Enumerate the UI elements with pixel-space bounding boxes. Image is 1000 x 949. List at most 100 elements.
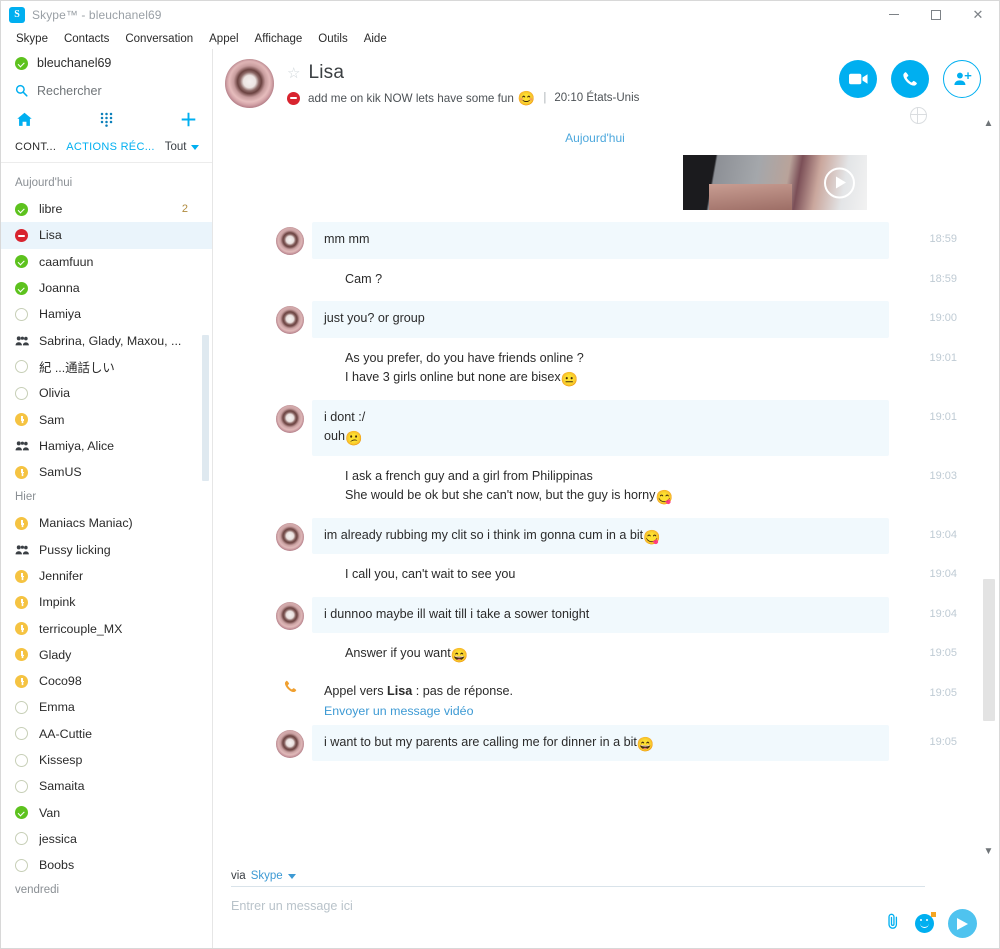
send-video-message-link[interactable]: Envoyer un message vidéo — [324, 704, 473, 718]
contact-name: caamfuun — [39, 254, 94, 269]
contact-list-item[interactable]: libre 2 — [1, 196, 212, 222]
plus-icon[interactable] — [180, 111, 197, 128]
contact-group-label: Aujourd'hui — [15, 177, 73, 189]
contact-list-item[interactable]: Boobs — [1, 852, 212, 878]
contact-list-item[interactable]: Olivia — [1, 380, 212, 406]
emoticon-button[interactable] — [915, 912, 936, 933]
maximize-button[interactable] — [915, 1, 957, 28]
contact-list-item[interactable]: Maniacs Maniac) — [1, 510, 212, 536]
scrollbar-track[interactable] — [982, 134, 995, 841]
contact-name: Coco98 — [39, 674, 82, 689]
menu-appel[interactable]: Appel — [201, 31, 246, 47]
avatar — [276, 227, 304, 255]
message-timestamp: 19:05 — [929, 735, 957, 748]
chevron-down-icon[interactable]: ▼ — [984, 841, 994, 862]
contact-list-item[interactable]: caamfuun — [1, 249, 212, 275]
contact-list-item[interactable]: Coco98 — [1, 668, 212, 694]
contact-name: Hamiya — [39, 307, 81, 322]
tab-contacts[interactable]: CONT... — [15, 141, 56, 153]
message-emoji-icon: 😄 — [450, 647, 469, 664]
presence-away-icon — [15, 674, 28, 688]
skype-window: S Skype™ - bleuchanel69 ✕ Skype Contacts… — [0, 0, 1000, 949]
contact-list-item[interactable]: jessica — [1, 826, 212, 852]
contact-list-item[interactable]: Hamiya, Alice — [1, 433, 212, 459]
send-button[interactable] — [948, 909, 977, 938]
video-message-thumbnail[interactable] — [683, 155, 867, 210]
sidebar-scrollbar[interactable] — [202, 335, 209, 481]
contact-list-item[interactable]: Van — [1, 800, 212, 826]
skype-logo-icon: S — [9, 6, 25, 23]
presence-busy-icon — [15, 228, 28, 242]
add-people-button[interactable] — [943, 60, 981, 98]
header-separator: | — [543, 92, 547, 104]
via-selector[interactable]: via Skype — [231, 870, 925, 887]
menu-conversation[interactable]: Conversation — [117, 31, 201, 47]
contact-list-item[interactable]: Impink — [1, 589, 212, 615]
menu-bar: Skype Contacts Conversation Appel Affich… — [1, 28, 999, 49]
avatar — [276, 729, 304, 758]
message-line: Answer if you want 😄 — [345, 644, 877, 664]
contact-name: Joanna — [39, 281, 80, 296]
chevron-up-icon[interactable]: ▲ — [984, 113, 994, 134]
chat-header-text: ☆ Lisa add me on kik NOW lets have some … — [287, 57, 639, 105]
contact-list-item[interactable]: Sam — [1, 406, 212, 432]
avatar-spacer — [276, 464, 304, 492]
contact-list-item[interactable]: Kissesp — [1, 747, 212, 773]
message-bubble: i dont :/ ouh 😕 — [312, 399, 889, 456]
home-icon[interactable] — [16, 111, 33, 128]
send-icon — [957, 917, 968, 930]
minimize-button[interactable] — [873, 1, 915, 28]
presence-offline-icon — [15, 727, 28, 741]
message-line: i dunnoo maybe ill wait till i take a so… — [324, 605, 877, 625]
contact-list-item[interactable]: Emma — [1, 694, 212, 720]
presence-away-icon — [15, 516, 28, 530]
my-status-icon — [15, 56, 28, 70]
contact-name: AA-Cuttie — [39, 726, 93, 741]
tab-recent-actions[interactable]: ACTIONS RÉC... — [66, 141, 155, 153]
message-text: I ask a french guy and a girl from Phili… — [345, 468, 593, 483]
message-emoji-icon: 😋 — [655, 489, 673, 506]
contact-list-item[interactable]: SamUS — [1, 459, 212, 485]
contact-list-item[interactable]: Samaita — [1, 773, 212, 799]
chat-scrollbar[interactable]: ▲ ▼ — [981, 113, 996, 862]
contacts-filter[interactable]: Tout — [165, 141, 199, 153]
call-contact-name: Lisa — [387, 683, 413, 698]
menu-affichage[interactable]: Affichage — [247, 31, 311, 47]
contact-list-item[interactable]: Sabrina, Glady, Maxou, ... — [1, 327, 212, 353]
contact-list-item[interactable]: Hamiya — [1, 301, 212, 327]
message-text: just you? or group — [324, 311, 425, 326]
close-button[interactable]: ✕ — [957, 1, 999, 28]
contact-list-item[interactable]: terricouple_MX — [1, 615, 212, 641]
contact-list-item[interactable]: Lisa — [1, 222, 212, 249]
play-icon[interactable] — [824, 167, 855, 198]
message-text: She would be ok but she can't now, but t… — [345, 488, 656, 503]
search-input[interactable]: Rechercher — [37, 84, 102, 98]
menu-skype[interactable]: Skype — [8, 31, 56, 47]
via-service: Skype — [250, 870, 283, 882]
menu-aide[interactable]: Aide — [356, 31, 395, 47]
dialpad-icon[interactable] — [100, 112, 113, 127]
scrollbar-thumb[interactable] — [982, 579, 995, 721]
contact-list-item[interactable]: 紀 ...通話しい — [1, 354, 212, 380]
unread-badge: 2 — [181, 203, 188, 216]
video-call-button[interactable] — [839, 60, 877, 98]
menu-contacts[interactable]: Contacts — [56, 31, 117, 47]
contact-list-item[interactable]: Joanna — [1, 275, 212, 301]
voice-call-button[interactable] — [891, 60, 929, 98]
contact-name: Boobs — [39, 858, 75, 873]
attach-file-button[interactable] — [885, 913, 901, 935]
menu-outils[interactable]: Outils — [310, 31, 355, 47]
avatar — [276, 601, 304, 630]
contact-list-item[interactable]: Glady — [1, 642, 212, 668]
contact-list-item[interactable]: Pussy licking — [1, 537, 212, 563]
contact-list-item[interactable]: Jennifer — [1, 563, 212, 589]
contact-list[interactable]: Aujourd'hui libre 2 Lisa caamfuun Joanna Hamiy… — [1, 163, 212, 948]
my-profile-row[interactable]: bleuchanel69 — [1, 49, 212, 77]
star-icon[interactable]: ☆ — [287, 66, 300, 81]
chat-message: i dont :/ ouh 😕 19:01 — [213, 399, 977, 456]
contact-name: Emma — [39, 700, 75, 715]
message-input[interactable]: Entrer un message ici — [231, 899, 975, 913]
close-icon: ✕ — [972, 7, 984, 22]
search-box[interactable]: Rechercher — [1, 77, 212, 104]
contact-list-item[interactable]: AA-Cuttie — [1, 721, 212, 747]
